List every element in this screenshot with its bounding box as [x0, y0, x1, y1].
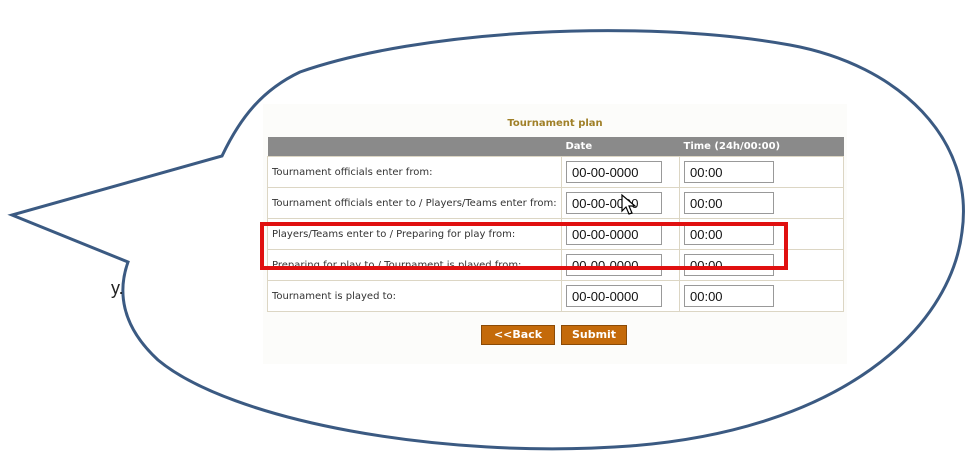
date-input[interactable]: 00-00-0000	[566, 192, 662, 214]
date-input[interactable]: 00-00-0000	[566, 223, 662, 245]
row-label: Players/Teams enter to / Preparing for p…	[267, 218, 562, 250]
row-label: Preparing for play to / Tournament is pl…	[267, 249, 562, 281]
table-row: Tournament officials enter to / Players/…	[267, 187, 844, 219]
time-input[interactable]: 00:00	[684, 161, 774, 183]
mouse-cursor-icon	[621, 193, 637, 215]
tournament-plan-panel: Tournament plan Date Time (24h/00:00) To…	[263, 104, 847, 364]
column-header-label	[267, 137, 562, 157]
column-header-time: Time (24h/00:00)	[679, 137, 844, 157]
submit-button[interactable]: Submit	[561, 325, 627, 345]
row-label: Tournament officials enter to / Players/…	[267, 187, 562, 219]
column-header-date: Date	[561, 137, 680, 157]
back-button[interactable]: <<Back	[481, 325, 555, 345]
time-input[interactable]: 00:00	[684, 285, 774, 307]
table-row: Preparing for play to / Tournament is pl…	[267, 249, 844, 281]
date-input[interactable]: 00-00-0000	[566, 161, 662, 183]
row-label: Tournament is played to:	[267, 280, 562, 312]
plan-title: Tournament plan	[507, 118, 603, 129]
row-label: Tournament officials enter from:	[267, 156, 562, 188]
time-input[interactable]: 00:00	[684, 223, 774, 245]
side-text: y.	[111, 278, 124, 298]
table-row: Tournament is played to: 00-00-0000 00:0…	[267, 280, 844, 312]
time-input[interactable]: 00:00	[684, 192, 774, 214]
table-row: Players/Teams enter to / Preparing for p…	[267, 218, 844, 250]
time-input[interactable]: 00:00	[684, 254, 774, 276]
date-input[interactable]: 00-00-0000	[566, 254, 662, 276]
table-row: Tournament officials enter from: 00-00-0…	[267, 156, 844, 188]
date-input[interactable]: 00-00-0000	[566, 285, 662, 307]
table-header-row: Date Time (24h/00:00)	[267, 137, 844, 157]
plan-table: Date Time (24h/00:00) Tournament officia…	[267, 137, 844, 312]
